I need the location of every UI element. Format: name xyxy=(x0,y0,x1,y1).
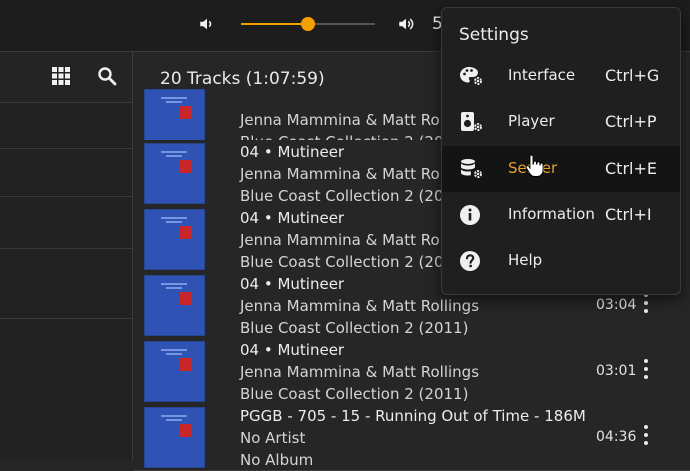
track-album: Blue Coast Collection 2 (2011) xyxy=(240,187,469,205)
speaker-gear-icon xyxy=(461,112,482,131)
menu-item-label: Player xyxy=(508,112,555,130)
album-cover xyxy=(144,341,205,402)
volume-low-icon[interactable] xyxy=(198,15,216,33)
track-artist: Jenna Mammina & Matt Rollings xyxy=(240,297,480,315)
help-icon xyxy=(460,251,480,271)
track-artist: No Artist xyxy=(240,429,306,447)
palette-gear-icon xyxy=(460,67,482,85)
menu-item-label: Information xyxy=(508,205,595,223)
menu-item-label: Help xyxy=(508,251,543,269)
track-row[interactable]: PGGB - 705 - 15 - Running Out of Time - … xyxy=(133,404,690,471)
track-row[interactable]: 04 • Mutineer Jenna Mammina & Matt Rolli… xyxy=(133,338,690,405)
album-cover xyxy=(144,275,205,336)
settings-menu: Settings Interface Ctrl+G Player Ctrl+P … xyxy=(441,7,681,295)
menu-item-shortcut: Ctrl+P xyxy=(605,112,657,131)
more-options-icon[interactable] xyxy=(640,293,652,315)
menu-item-interface[interactable]: Interface Ctrl+G xyxy=(442,53,680,99)
track-title: 04 • Mutineer xyxy=(240,275,345,293)
menu-item-shortcut: Ctrl+G xyxy=(605,66,660,85)
library-row-divider xyxy=(0,318,132,319)
hand-pointer-cursor-icon xyxy=(525,154,544,177)
library-panel xyxy=(0,52,132,460)
more-options-icon[interactable] xyxy=(640,359,652,381)
album-cover xyxy=(144,407,205,468)
menu-item-information[interactable]: Information Ctrl+I xyxy=(442,192,680,238)
library-row-divider xyxy=(0,196,132,197)
track-album: Blue Coast Collection 2 (2011) xyxy=(240,385,469,403)
menu-item-server[interactable]: Server Ctrl+E xyxy=(442,146,680,192)
volume-high-icon[interactable] xyxy=(397,15,415,33)
menu-item-player[interactable]: Player Ctrl+P xyxy=(442,99,680,145)
menu-item-shortcut: Ctrl+E xyxy=(605,159,657,178)
menu-item-help[interactable]: Help xyxy=(442,238,680,284)
track-title: 04 • Mutineer xyxy=(240,209,345,227)
track-title: 04 • Mutineer xyxy=(240,143,345,161)
track-album: No Album xyxy=(240,451,314,469)
library-row-divider xyxy=(0,248,132,249)
menu-item-label: Interface xyxy=(508,66,576,84)
album-cover xyxy=(144,143,205,204)
grid-icon[interactable] xyxy=(51,66,71,86)
track-title: PGGB - 705 - 15 - Running Out of Time - … xyxy=(240,407,586,425)
track-duration: 03:04 xyxy=(596,297,637,313)
volume-slider[interactable] xyxy=(241,17,375,31)
track-album: Blue Coast Collection 2 (2011) xyxy=(240,319,469,337)
database-gear-icon xyxy=(461,159,482,178)
track-duration: 04:36 xyxy=(596,429,637,445)
volume-slider-fill xyxy=(241,23,308,25)
album-cover xyxy=(144,209,205,270)
settings-menu-title: Settings xyxy=(459,25,529,45)
search-icon[interactable] xyxy=(97,66,117,86)
info-icon xyxy=(460,205,480,225)
more-options-icon[interactable] xyxy=(640,425,652,447)
track-duration: 03:01 xyxy=(596,363,637,379)
track-artist: Jenna Mammina & Matt Rollings xyxy=(240,363,480,381)
menu-item-shortcut: Ctrl+I xyxy=(605,205,652,224)
library-toolbar xyxy=(0,52,132,103)
library-row-divider xyxy=(0,148,132,149)
track-album: Blue Coast Collection 2 (2011) xyxy=(240,253,469,271)
volume-slider-handle[interactable] xyxy=(301,17,315,31)
track-title: 04 • Mutineer xyxy=(240,341,345,359)
